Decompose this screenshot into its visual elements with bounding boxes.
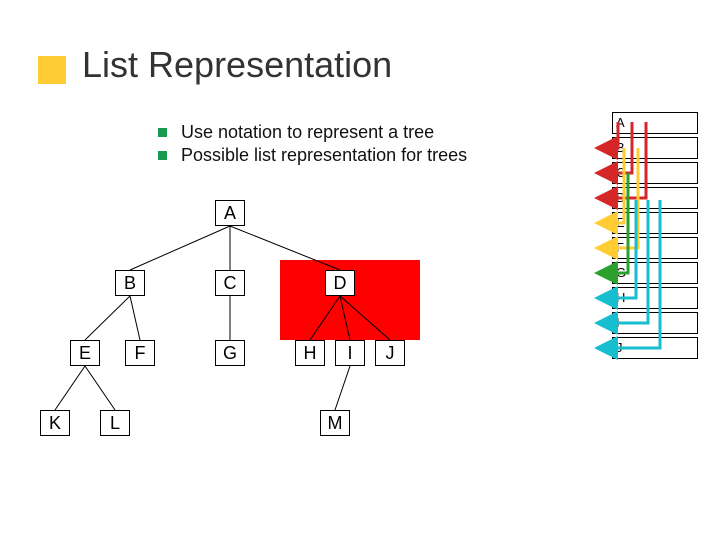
side-box: D [612,187,698,209]
node-a: A [215,200,245,226]
node-g: G [215,340,245,366]
side-box: C [612,162,698,184]
node-d: D [325,270,355,296]
side-box: E [612,212,698,234]
node-h: H [295,340,325,366]
bullet-text: Use notation to represent a tree [181,122,434,143]
node-f: F [125,340,155,366]
slide-title: List Representation [82,44,392,86]
tree-diagram: A B C D E F G H I J K L M [0,200,440,500]
sidebar-list: A B C D E F G H I J [612,112,698,362]
bullet-text: Possible list representation for trees [181,145,467,166]
side-box: G [612,262,698,284]
bullet-list: Use notation to represent a tree Possibl… [158,120,467,168]
accent-square [38,56,66,84]
bullet-item: Possible list representation for trees [158,145,467,166]
side-box: J [612,337,698,359]
bullet-item: Use notation to represent a tree [158,122,467,143]
node-k: K [40,410,70,436]
side-box: H [612,287,698,309]
node-j: J [375,340,405,366]
bullet-icon [158,151,167,160]
side-box: I [612,312,698,334]
side-box: F [612,237,698,259]
side-box: A [612,112,698,134]
node-i: I [335,340,365,366]
node-e: E [70,340,100,366]
side-box: B [612,137,698,159]
node-b: B [115,270,145,296]
node-m: M [320,410,350,436]
node-l: L [100,410,130,436]
node-c: C [215,270,245,296]
bullet-icon [158,128,167,137]
